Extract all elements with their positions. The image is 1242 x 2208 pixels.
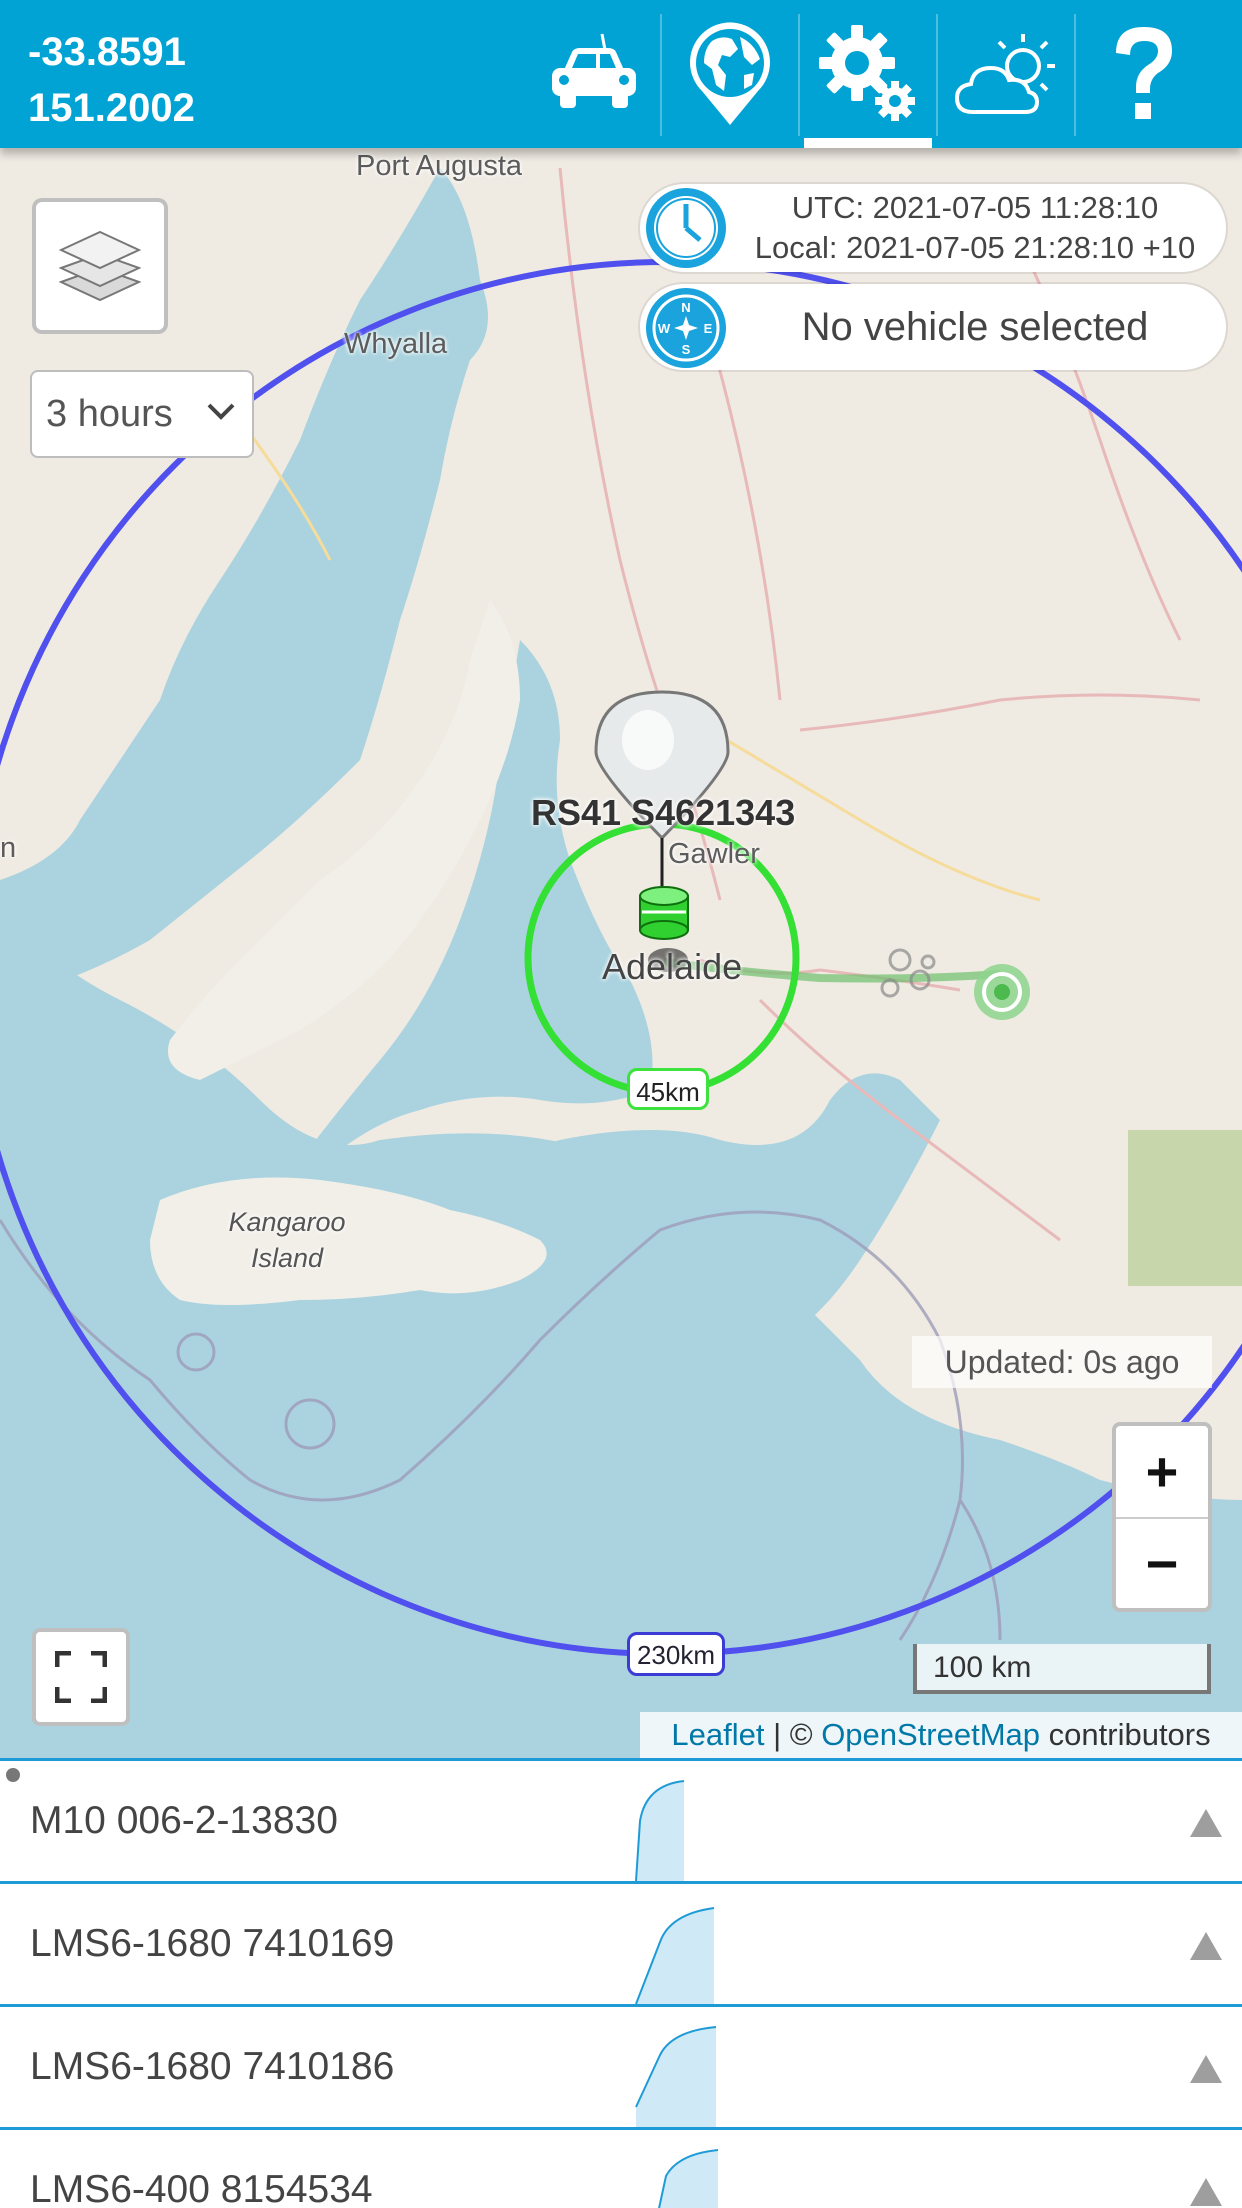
list-item[interactable]: LMS6-1680 7410186 — [0, 2007, 1242, 2130]
attribution-separator: | © — [764, 1717, 822, 1752]
svg-text:E: E — [704, 321, 713, 336]
gears-icon — [819, 25, 915, 121]
place-label: Port Augusta — [356, 150, 523, 182]
period-select-value: 3 hours — [46, 392, 173, 435]
weather-nav-button[interactable] — [938, 0, 1074, 148]
attribution-suffix: contributors — [1040, 1717, 1211, 1752]
city-label: Adelaide — [602, 946, 743, 987]
weather-icon — [954, 34, 1055, 114]
scale-bar: 100 km — [913, 1644, 1211, 1694]
visibility-radius-tag: 45km — [627, 1068, 709, 1110]
chevron-down-icon — [207, 403, 235, 420]
svg-text:N: N — [681, 300, 690, 315]
coordinates: -33.8591 151.2002 — [28, 24, 195, 136]
vehicle-name: M10 006-2-13830 — [30, 1799, 338, 1842]
altitude-sparkline — [658, 2149, 719, 2208]
burst-icon — [880, 948, 936, 998]
park — [1128, 1130, 1242, 1286]
altitude-sparkline — [635, 2026, 717, 2127]
period-select[interactable]: 3 hours — [30, 370, 254, 458]
expand-arrow-icon[interactable] — [1188, 2053, 1224, 2085]
map[interactable]: Port Augusta Whyalla Gawler Adelaide n K… — [0, 148, 1242, 1758]
landing-target-icon — [974, 964, 1030, 1020]
svg-text:W: W — [658, 321, 671, 336]
longitude: 151.2002 — [28, 86, 195, 130]
island-label-line: Island — [250, 1243, 324, 1273]
utc-time: UTC: 2021-07-05 11:28:10 — [791, 190, 1159, 225]
map-nav-button[interactable] — [662, 0, 798, 148]
layers-icon — [59, 230, 141, 302]
place-label: Whyalla — [344, 328, 448, 360]
list-item[interactable]: LMS6-1680 7410169 — [0, 1884, 1242, 2007]
place-label: n — [0, 832, 17, 864]
vehicle-status-text: No vehicle selected — [801, 305, 1149, 349]
payload-label[interactable]: RS41 S4621343 — [531, 792, 795, 834]
help-icon — [1116, 27, 1172, 119]
latitude: -33.8591 — [28, 30, 186, 74]
fullscreen-icon — [55, 1651, 107, 1703]
car-icon — [552, 33, 636, 108]
island-label-line: Kangaroo — [228, 1207, 346, 1237]
horizon-radius-tag: 230km — [627, 1632, 725, 1676]
fullscreen-button[interactable] — [32, 1628, 130, 1726]
openstreetmap-link[interactable]: OpenStreetMap — [821, 1717, 1040, 1752]
car-nav-button[interactable] — [522, 0, 658, 148]
zoom-in-button[interactable]: + — [1116, 1426, 1208, 1519]
zoom-out-button[interactable]: − — [1116, 1518, 1208, 1609]
top-bar: -33.8591 151.2002 — [0, 0, 1242, 148]
time-display: UTC: 2021-07-05 11:28:10 Local: 2021-07-… — [640, 184, 1226, 272]
layers-button[interactable] — [32, 198, 168, 334]
list-item[interactable]: M10 006-2-13830 — [0, 1761, 1242, 1884]
place-label: Gawler — [668, 838, 760, 870]
expand-arrow-icon[interactable] — [1188, 1807, 1224, 1839]
svg-text:S: S — [682, 342, 691, 357]
settings-nav-button[interactable] — [800, 0, 936, 148]
vehicle-name: LMS6-1680 7410169 — [30, 1922, 395, 1965]
compass-icon: N S W E — [646, 288, 726, 368]
local-time: Local: 2021-07-05 21:28:10 +10 — [754, 230, 1196, 265]
expand-arrow-icon[interactable] — [1188, 1930, 1224, 1962]
list-item[interactable]: LMS6-400 8154534 — [0, 2130, 1242, 2208]
vehicle-status[interactable]: N S W E No vehicle selected — [640, 284, 1226, 370]
altitude-sparkline — [635, 1907, 715, 2004]
leaflet-link[interactable]: Leaflet — [671, 1717, 764, 1752]
clock-icon — [646, 188, 726, 268]
updated-status: Updated: 0s ago — [912, 1336, 1212, 1388]
zoom-control: + − — [1112, 1422, 1212, 1612]
help-nav-button[interactable] — [1076, 0, 1212, 148]
altitude-sparkline — [635, 1780, 685, 1881]
vehicle-name: LMS6-400 8154534 — [30, 2168, 373, 2208]
vehicle-name: LMS6-1680 7410186 — [30, 2045, 395, 2088]
expand-arrow-icon[interactable] — [1188, 2176, 1224, 2208]
globe-pin-icon — [690, 22, 770, 125]
time-text: UTC: 2021-07-05 11:28:10 Local: 2021-07-… — [732, 188, 1218, 268]
island-label: Kangaroo Island — [212, 1204, 362, 1276]
map-attribution: Leaflet | © OpenStreetMap contributors — [640, 1712, 1242, 1758]
vehicle-list[interactable]: M10 006-2-13830 LMS6-1680 7410169 LMS6-1… — [0, 1758, 1242, 2208]
